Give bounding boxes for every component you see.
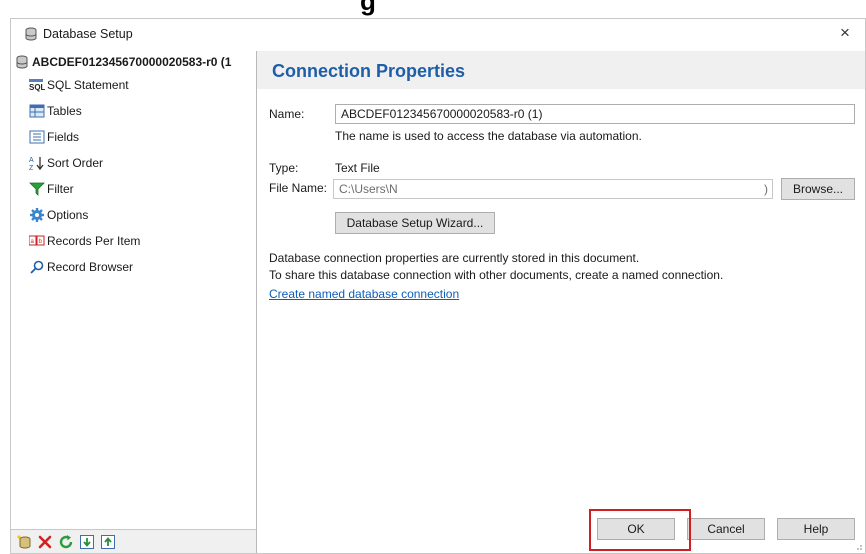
type-label: Type: <box>269 161 299 175</box>
sidebar-item-sort-order[interactable]: A Z Sort Order <box>29 154 103 172</box>
info-text-line2: To share this database connection with o… <box>269 268 724 282</box>
setup-sidebar: ABCDEF012345670000020583-r0 (1 SQL SQL S… <box>11 51 257 553</box>
page-title: Connection Properties <box>272 61 466 81</box>
sidebar-item-label: Record Browser <box>47 260 134 274</box>
sidebar-item-label: Fields <box>47 130 80 144</box>
sidebar-item-options[interactable]: Options <box>29 206 88 224</box>
filter-icon <box>29 182 45 196</box>
sidebar-item-sql-statement[interactable]: SQL SQL Statement <box>29 76 129 94</box>
name-hint: The name is used to access the database … <box>335 129 642 143</box>
content-header: Connection Properties <box>257 51 865 89</box>
add-database-button[interactable] <box>15 533 33 551</box>
title-bar: Database Setup × <box>11 19 865 49</box>
sidebar-toolbar <box>11 529 256 553</box>
fields-icon <box>29 130 45 144</box>
database-icon <box>25 27 37 41</box>
close-icon[interactable]: × <box>840 23 850 42</box>
database-icon <box>16 55 28 69</box>
cancel-button[interactable]: Cancel <box>687 518 765 540</box>
sort-order-icon: A Z <box>29 157 44 171</box>
tree-root-database[interactable]: ABCDEF012345670000020583-r0 (1 <box>15 55 255 73</box>
database-setup-wizard-button[interactable]: Database Setup Wizard... <box>335 212 495 234</box>
sidebar-item-filter[interactable]: Filter <box>29 180 74 198</box>
window-title: Database Setup <box>43 27 133 41</box>
file-name-label: File Name: <box>269 181 328 195</box>
page-heading-fragment: g <box>360 0 376 16</box>
file-name-field[interactable]: C:\Users\N ) <box>333 179 773 199</box>
move-up-button[interactable] <box>99 533 117 551</box>
tree-root-label: ABCDEF012345670000020583-r0 (1 <box>32 55 232 69</box>
ok-highlight-box <box>589 509 691 551</box>
sidebar-item-label: Sort Order <box>47 156 104 170</box>
sidebar-item-label: Filter <box>47 182 74 196</box>
delete-icon <box>38 535 52 548</box>
tables-icon <box>29 104 45 118</box>
svg-text:Z: Z <box>29 165 34 171</box>
type-value: Text File <box>335 161 380 175</box>
file-name-value: C:\Users\N <box>339 182 398 196</box>
move-down-icon <box>80 534 94 549</box>
sidebar-item-label: SQL Statement <box>47 78 129 92</box>
name-label: Name: <box>269 107 305 121</box>
sidebar-item-records-per-item[interactable]: a b Records Per Item <box>29 232 140 250</box>
add-database-icon <box>17 534 31 548</box>
close-button[interactable]: × <box>825 19 865 49</box>
name-field[interactable]: ABCDEF012345670000020583-r0 (1) <box>335 104 855 124</box>
create-named-connection-link[interactable]: Create named database connection <box>269 287 459 301</box>
svg-text:SQL: SQL <box>29 83 45 92</box>
browse-button[interactable]: Browse... <box>781 178 855 200</box>
sidebar-item-label: Options <box>47 208 89 222</box>
sql-icon: SQL <box>29 79 45 92</box>
options-gear-icon <box>30 208 44 222</box>
sidebar-item-record-browser[interactable]: Record Browser <box>29 258 133 276</box>
sidebar-item-label: Tables <box>47 104 82 118</box>
resize-grip-icon[interactable] <box>853 541 863 551</box>
file-name-tail: ) <box>764 182 768 196</box>
database-setup-dialog: Database Setup × ABCDEF01234567000002058… <box>10 18 866 554</box>
connection-properties-panel: Connection Properties Name: ABCDEF012345… <box>257 51 865 553</box>
refresh-icon <box>59 534 73 548</box>
search-icon <box>30 260 44 274</box>
sidebar-item-tables[interactable]: Tables <box>29 102 82 120</box>
sidebar-item-label: Records Per Item <box>47 234 141 248</box>
help-button[interactable]: Help <box>777 518 855 540</box>
refresh-button[interactable] <box>57 533 75 551</box>
svg-text:A: A <box>29 157 34 164</box>
records-per-item-icon: a b <box>29 235 45 246</box>
info-text-line1: Database connection properties are curre… <box>269 251 640 265</box>
delete-button[interactable] <box>36 533 54 551</box>
move-up-icon <box>101 534 115 549</box>
move-down-button[interactable] <box>78 533 96 551</box>
sidebar-item-fields[interactable]: Fields <box>29 128 79 146</box>
